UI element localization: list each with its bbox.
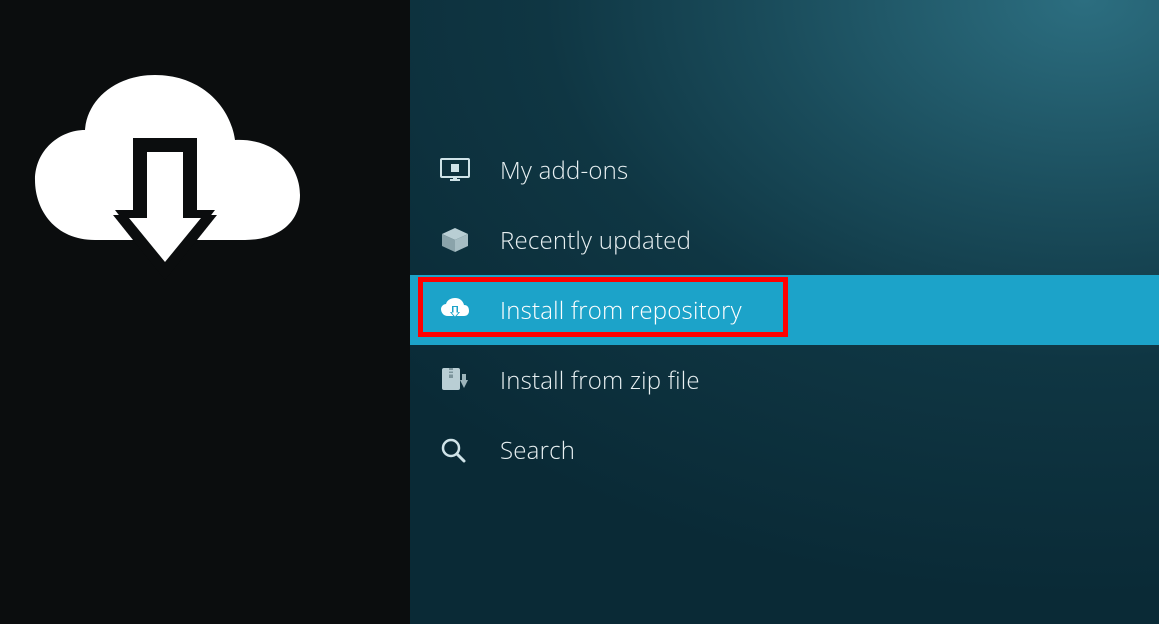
- menu-item-search[interactable]: Search: [410, 415, 1159, 485]
- sidebar: [0, 0, 410, 624]
- menu-item-label: Recently updated: [500, 224, 1159, 257]
- monitor-box-icon: [440, 157, 500, 183]
- menu-item-recently-updated[interactable]: Recently updated: [410, 205, 1159, 275]
- menu-item-install-from-repository[interactable]: Install from repository: [410, 275, 1159, 345]
- menu-item-label: Install from zip file: [500, 364, 1159, 397]
- open-box-icon: [440, 226, 500, 254]
- cloud-download-small-icon: [440, 298, 500, 322]
- menu-item-label: My add-ons: [500, 154, 1159, 187]
- menu-item-label: Search: [500, 434, 1159, 467]
- menu-item-my-addons[interactable]: My add-ons: [410, 135, 1159, 205]
- app-root: My add-ons Recently updated: [0, 0, 1159, 624]
- search-icon: [440, 437, 500, 463]
- zip-install-icon: [440, 366, 500, 394]
- main-panel: My add-ons Recently updated: [410, 0, 1159, 624]
- menu-item-label: Install from repository: [500, 294, 1159, 327]
- cloud-download-icon: [105, 0, 305, 305]
- menu-item-install-from-zip[interactable]: Install from zip file: [410, 345, 1159, 415]
